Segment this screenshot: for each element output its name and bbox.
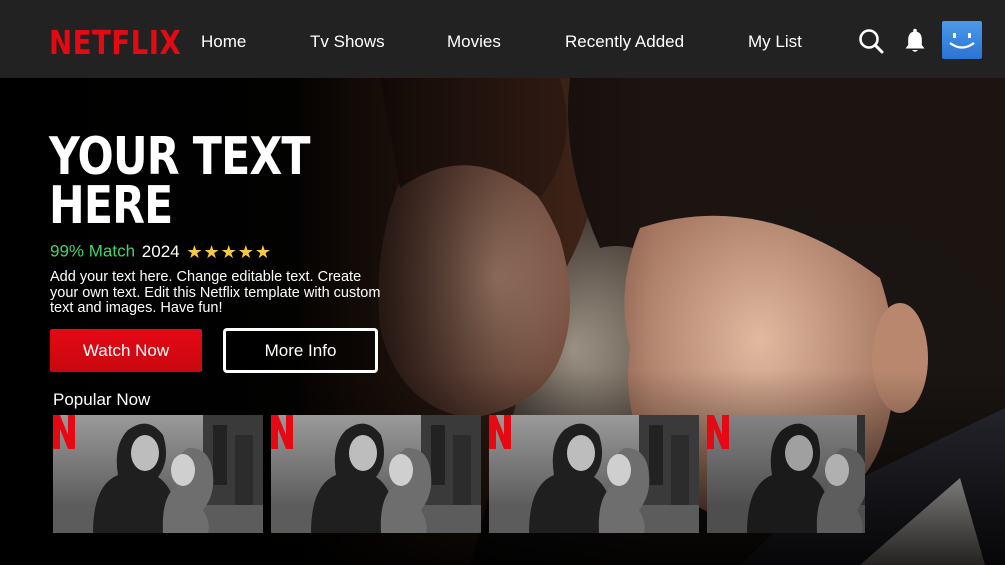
popular-thumbnail[interactable] xyxy=(271,415,481,533)
avatar[interactable] xyxy=(942,21,982,59)
release-year: 2024 xyxy=(141,241,180,261)
watch-now-button[interactable]: Watch Now xyxy=(50,329,202,372)
popular-thumbnail[interactable] xyxy=(53,415,263,533)
hero-meta: 99% Match 2024 ★★★★★ xyxy=(50,241,272,262)
netflix-n-badge-icon xyxy=(489,415,511,449)
nav-item-my-list[interactable]: My List xyxy=(748,32,802,52)
netflix-n-badge-icon xyxy=(271,415,293,449)
popular-thumbnail[interactable] xyxy=(707,415,865,533)
netflix-n-badge-icon xyxy=(707,415,729,449)
hero-description: Add your text here. Change editable text… xyxy=(50,269,381,316)
hero-title: YOUR TEXT HERE xyxy=(49,127,311,236)
more-info-button[interactable]: More Info xyxy=(223,328,378,373)
thumbnail-image xyxy=(53,415,263,533)
thumbnail-image xyxy=(271,415,481,533)
thumbnail-image xyxy=(707,415,865,533)
thumbnail-image xyxy=(489,415,699,533)
bell-icon[interactable] xyxy=(904,28,926,54)
netflix-n-badge-icon xyxy=(53,415,75,449)
search-icon[interactable] xyxy=(858,28,884,54)
nav-item-recently-added[interactable]: Recently Added xyxy=(565,32,684,52)
nav-item-home[interactable]: Home xyxy=(201,32,246,52)
match-score: 99% Match xyxy=(50,241,136,261)
avatar-smiley-icon xyxy=(942,21,982,59)
row-title-popular: Popular Now xyxy=(53,390,151,409)
popular-thumbnail[interactable] xyxy=(489,415,699,533)
netflix-logo[interactable]: NETFLIX xyxy=(49,25,181,61)
star-rating: ★★★★★ xyxy=(186,241,273,262)
nav-item-tv-shows[interactable]: Tv Shows xyxy=(310,32,385,52)
nav-item-movies[interactable]: Movies xyxy=(447,32,501,52)
top-navbar: NETFLIX Home Tv Shows Movies Recently Ad… xyxy=(0,0,1005,78)
